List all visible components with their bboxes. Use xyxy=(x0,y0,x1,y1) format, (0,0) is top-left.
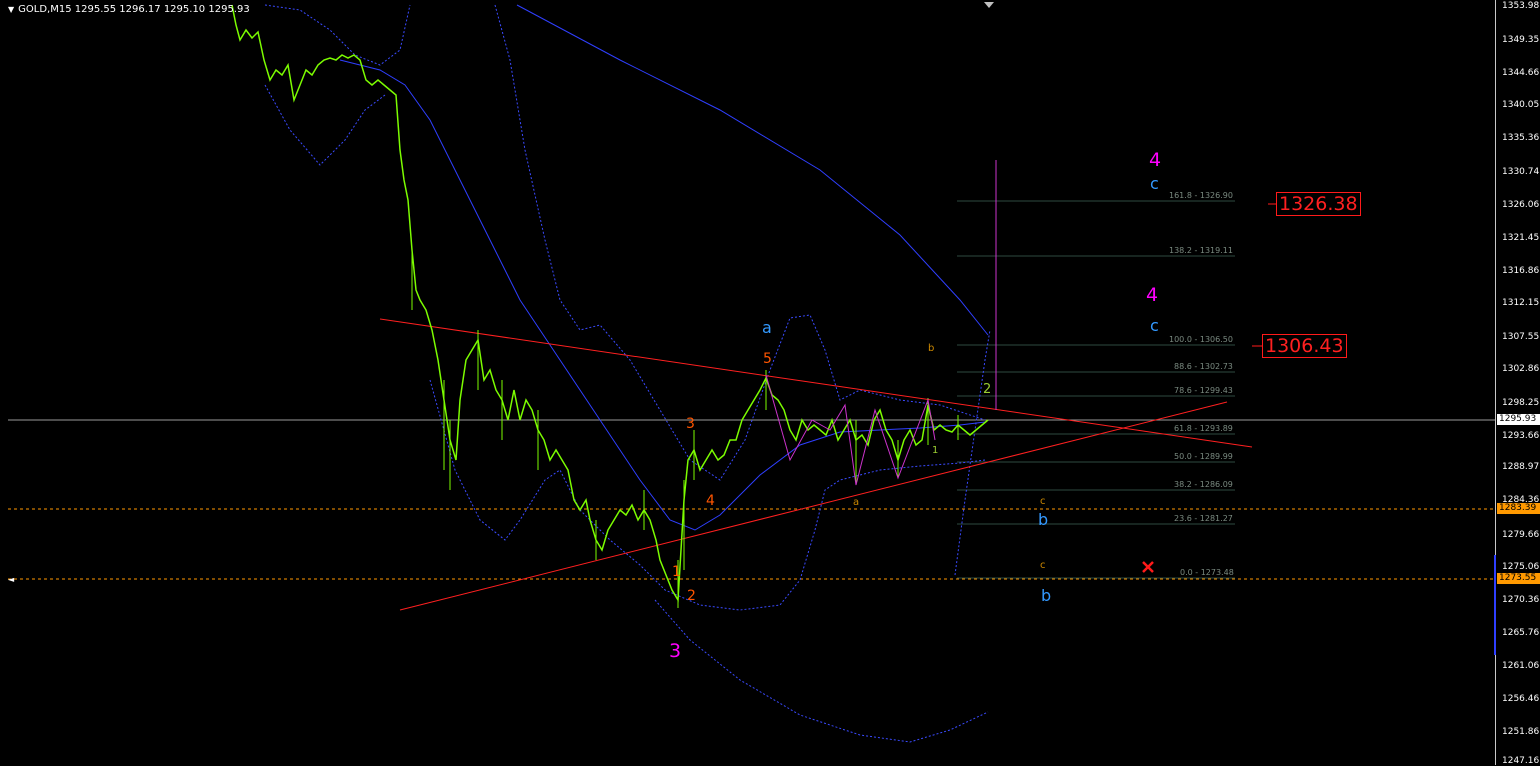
wave-label-small-a: a xyxy=(853,497,860,508)
fib-label-78: 78.6 - 1299.43 xyxy=(1174,386,1233,395)
tick-1256: 1256.46 xyxy=(1502,694,1540,704)
dashed-bands xyxy=(264,4,991,743)
tick-1335: 1335.36 xyxy=(1502,133,1540,143)
wave-label-major-4-lower: 4 xyxy=(1146,284,1159,306)
tick-1261: 1261.06 xyxy=(1502,661,1540,671)
wave-label-sub-1: 1 xyxy=(672,564,681,580)
upper-trendline xyxy=(379,318,1253,448)
tick-1353: 1353.98 xyxy=(1502,1,1540,11)
fib-label-161: 161.8 - 1326.90 xyxy=(1169,191,1233,200)
wave-label-major-4-upper: 4 xyxy=(1149,149,1162,171)
wave-label-sub-3: 3 xyxy=(686,416,695,432)
level-arrow-icon: ◄ xyxy=(8,575,15,584)
candle-ticks xyxy=(411,250,959,608)
wave-label-c-upper: c xyxy=(1150,174,1159,193)
tick-1298: 1298.25 xyxy=(1502,398,1540,408)
symbol-info: GOLD,M15 1295.55 1296.17 1295.10 1295.93 xyxy=(18,4,250,15)
wave-label-c-lower: c xyxy=(1150,316,1159,335)
fib-label-0: 0.0 - 1273.48 xyxy=(1180,568,1234,577)
wave-label-small-c-lower: c xyxy=(1040,560,1046,571)
wave-label-small-c-upper: c xyxy=(1040,496,1046,507)
wave-label-sub-4: 4 xyxy=(706,493,715,509)
tick-1288: 1288.97 xyxy=(1502,462,1540,472)
wave-label-small-2: 2 xyxy=(983,382,992,397)
target-box-lower[interactable]: 1306.43 xyxy=(1262,334,1347,358)
wave-label-sub-2: 2 xyxy=(687,588,696,604)
long-moving-average xyxy=(516,4,989,336)
tick-1349: 1349.35 xyxy=(1502,35,1540,45)
tick-1302: 1302.86 xyxy=(1502,364,1540,374)
fib-label-88: 88.6 - 1302.73 xyxy=(1174,362,1233,371)
tick-1316: 1316.86 xyxy=(1502,266,1540,276)
target-box-upper[interactable]: 1326.38 xyxy=(1276,192,1361,216)
level-badge-upper: 1283.39 xyxy=(1497,503,1540,514)
wave-label-a: a xyxy=(762,318,772,337)
triangle-down-icon[interactable]: ▼ xyxy=(8,5,14,14)
scroll-shift-icon[interactable] xyxy=(984,2,994,8)
tick-1251: 1251.86 xyxy=(1502,727,1540,737)
fib-label-50: 50.0 - 1289.99 xyxy=(1174,452,1233,461)
tick-1312: 1312.15 xyxy=(1502,298,1540,308)
tick-1307: 1307.55 xyxy=(1502,332,1540,342)
level-badge-lower: 1273.55 xyxy=(1497,573,1540,584)
tick-1279: 1279.66 xyxy=(1502,530,1540,540)
x-cross-icon xyxy=(1142,561,1154,573)
tick-1275: 1275.06 xyxy=(1502,562,1540,572)
current-price-badge: 1295.93 xyxy=(1497,414,1540,425)
fib-label-138: 138.2 - 1319.11 xyxy=(1169,246,1233,255)
wave-label-major-3: 3 xyxy=(669,640,682,662)
tick-1293: 1293.66 xyxy=(1502,431,1540,441)
symbol-header[interactable]: ▼ GOLD,M15 1295.55 1296.17 1295.10 1295.9… xyxy=(8,4,250,15)
price-candles xyxy=(231,4,989,603)
fib-label-61: 61.8 - 1293.89 xyxy=(1174,424,1233,433)
tick-1321: 1321.45 xyxy=(1502,233,1540,243)
short-moving-average xyxy=(339,59,986,531)
chart-area[interactable]: ◄ ▼ GOLD,M15 1295.55 1296.17 1295.10 1295… xyxy=(0,0,1495,765)
tick-1326: 1326.06 xyxy=(1502,200,1540,210)
wave-label-b-upper: b xyxy=(1038,510,1049,529)
wave-label-sub-5: 5 xyxy=(763,351,772,367)
fib-label-38: 38.2 - 1286.09 xyxy=(1174,480,1233,489)
fib-label-100: 100.0 - 1306.50 xyxy=(1169,335,1233,344)
tick-1344: 1344.66 xyxy=(1502,68,1540,78)
tick-1340: 1340.05 xyxy=(1502,100,1540,110)
tick-1265: 1265.76 xyxy=(1502,628,1540,638)
price-scale-indicator-bar xyxy=(1494,555,1496,655)
price-scale[interactable] xyxy=(1495,0,1540,765)
wave-label-b-lower: b xyxy=(1041,586,1052,605)
fib-label-23: 23.6 - 1281.27 xyxy=(1174,514,1233,523)
tick-1270: 1270.36 xyxy=(1502,595,1540,605)
wave-label-small-1: 1 xyxy=(932,445,939,456)
price-chart[interactable]: ◄ xyxy=(0,0,1495,765)
tick-1330: 1330.74 xyxy=(1502,167,1540,177)
wave-label-small-b: b xyxy=(928,343,935,354)
